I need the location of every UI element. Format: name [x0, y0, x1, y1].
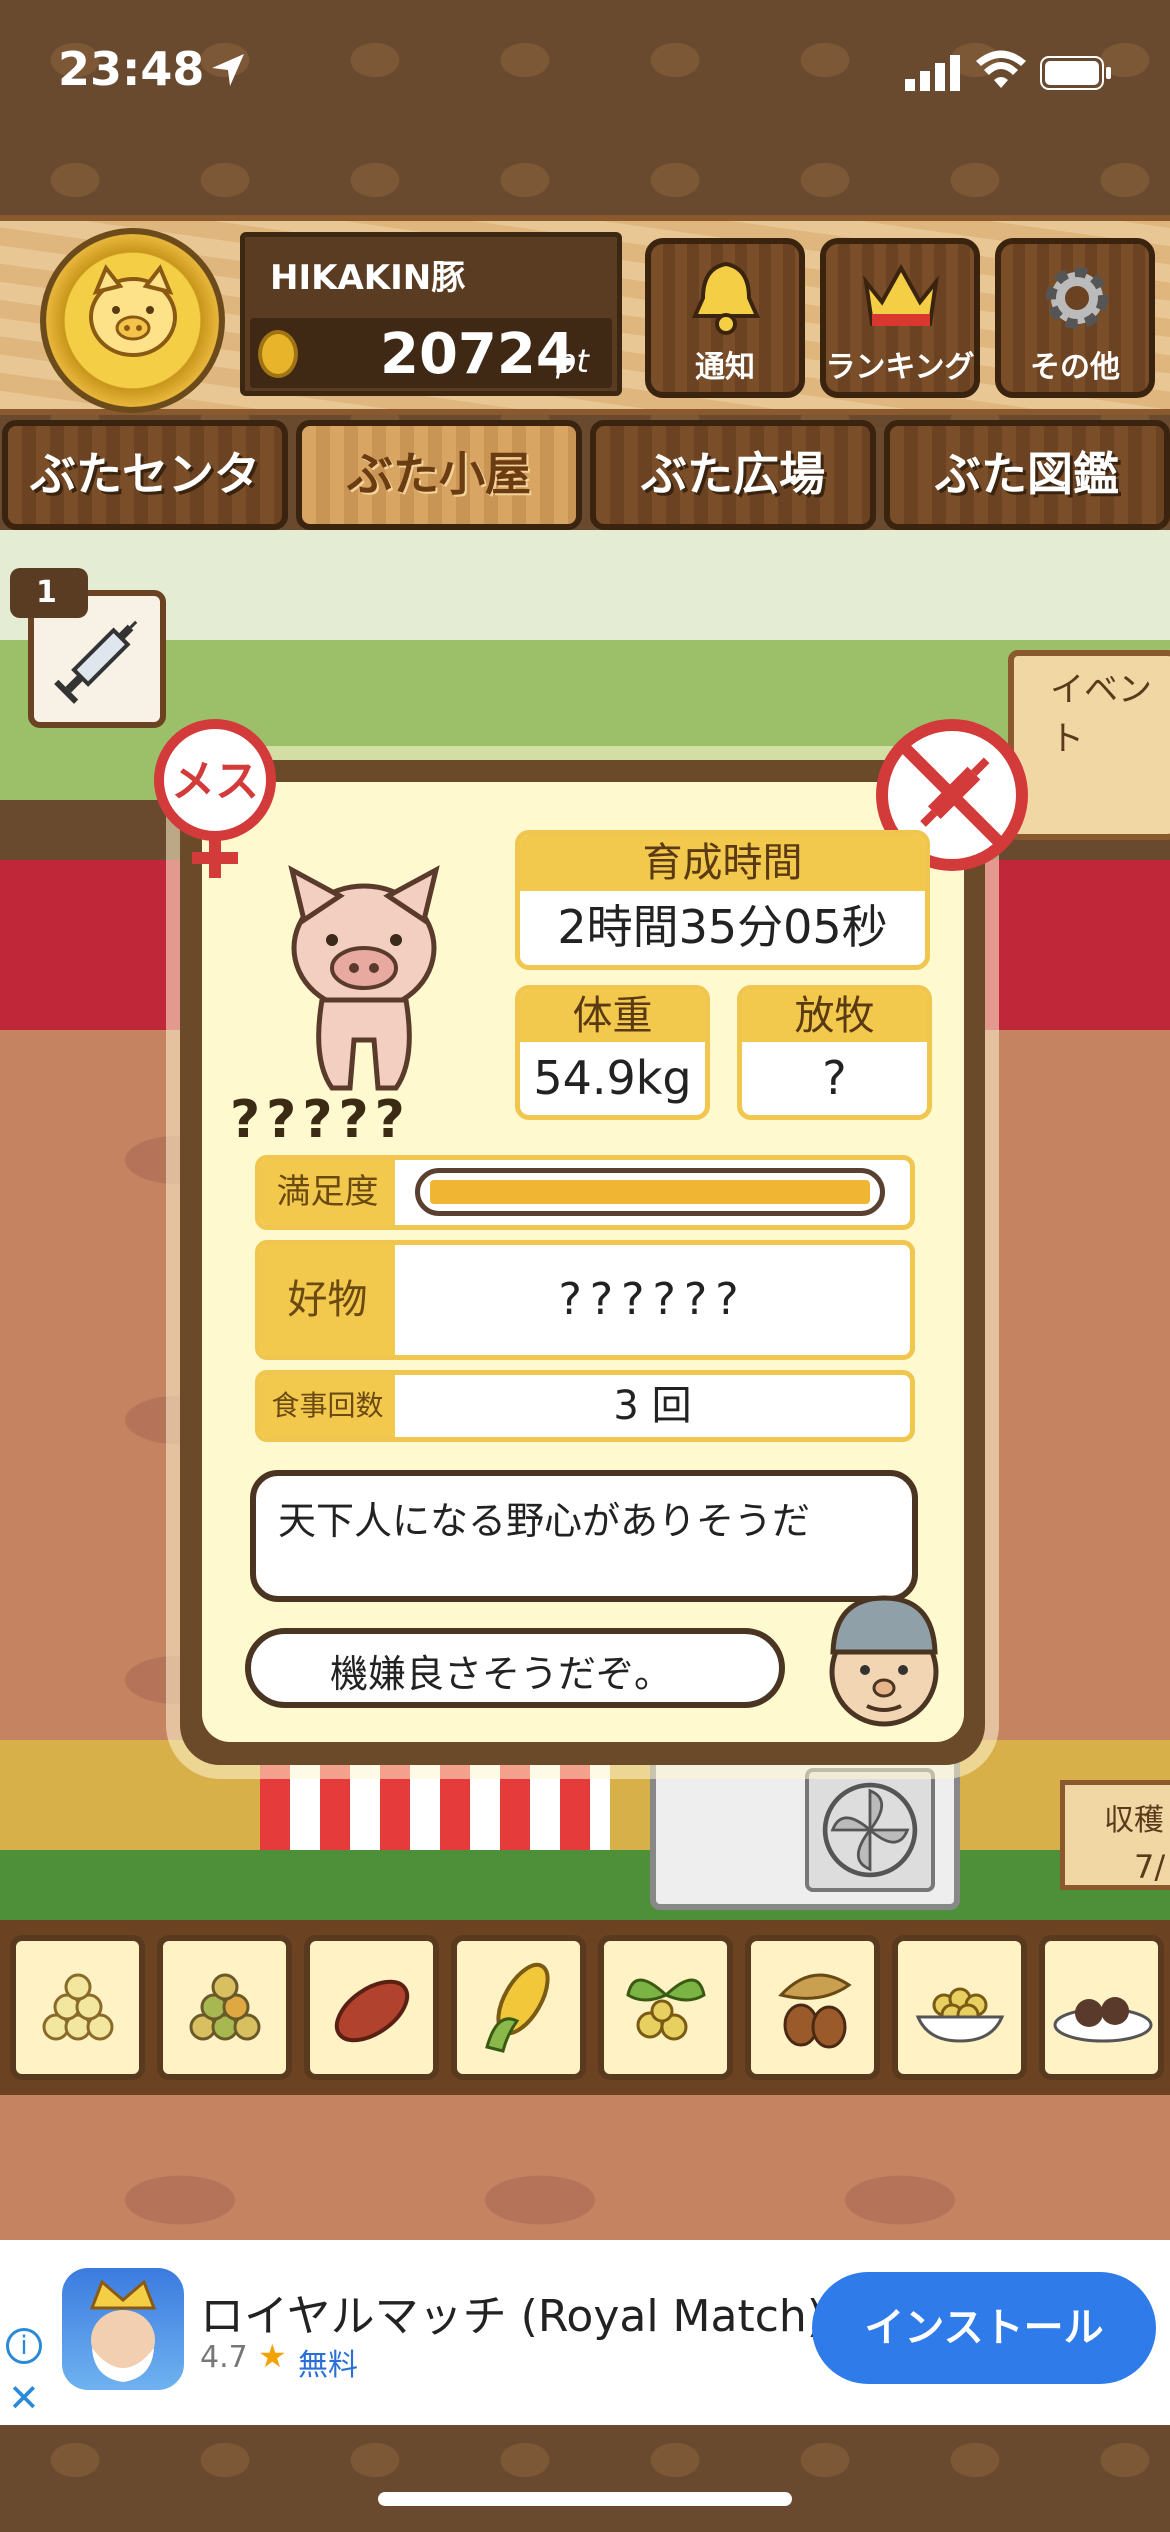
grazing-value: ? — [822, 1051, 847, 1105]
meatball-plate-icon — [1053, 1997, 1153, 2043]
signal-icon — [905, 55, 960, 91]
pig-character — [288, 865, 440, 1091]
corn-icon — [485, 1962, 550, 2053]
player-name: HIKAKIN豚 — [270, 258, 466, 298]
ad-install-button[interactable]: インストール — [812, 2272, 1156, 2384]
tab-buta-center[interactable]: ぶたセンター — [2, 420, 288, 597]
satisfaction-bar-fill — [430, 1180, 870, 1204]
grazing-label: 放牧 — [742, 990, 927, 1042]
king-character-icon — [89, 2279, 157, 2382]
favorite-food-row: 好物 ?????? — [255, 1240, 915, 1360]
svg-text:メス: メス — [171, 756, 259, 807]
location-arrow-icon — [212, 54, 244, 86]
wifi-icon — [976, 50, 1026, 88]
sweet-potato-icon — [334, 1979, 410, 2043]
notification-button[interactable]: 通知 — [645, 238, 805, 398]
weight-value: 54.9kg — [533, 1051, 692, 1105]
crown-icon — [862, 263, 940, 326]
weight-box: 体重 54.9kg — [515, 985, 710, 1120]
beans-icon — [626, 1978, 706, 2041]
mixed-grain-icon — [189, 1973, 261, 2041]
points-value: 20724 — [380, 322, 575, 387]
food-item-meatball-plate[interactable] — [1039, 1935, 1164, 2080]
clock: 23:48 — [58, 42, 205, 96]
battery-icon — [1040, 56, 1111, 90]
other-label: その他 — [1030, 350, 1120, 385]
home-indicator[interactable] — [378, 2492, 792, 2506]
notification-label: 通知 — [695, 350, 755, 385]
ad-rating: 4.7 — [200, 2340, 248, 2375]
ranking-label: ランキング — [825, 350, 975, 385]
syringe-icon — [54, 620, 138, 704]
ad-info-icon[interactable]: i — [6, 2328, 42, 2364]
ad-title: ロイヤルマッチ (Royal Match) — [200, 2291, 824, 2342]
soybean-bowl-icon — [915, 1987, 1005, 2043]
points-unit: pt — [556, 342, 589, 380]
meal-count-value: 3 回 — [613, 1383, 692, 1429]
harvest-count: 7/ — [1134, 1848, 1166, 1886]
bell-icon — [691, 261, 761, 335]
event-sign-label: イベント — [1050, 670, 1152, 759]
food-item-beans[interactable] — [598, 1935, 733, 2080]
farmer-comment-text: 機嫌良さそうだぞ。 — [330, 1652, 673, 1696]
food-item-acorn[interactable] — [745, 1935, 880, 2080]
pig-name: ????? — [230, 1090, 411, 1150]
ad-close-icon[interactable]: ✕ — [8, 2376, 40, 2420]
harvest-label: 収穫 — [1104, 1803, 1164, 1838]
pig-comment-text: 天下人になる野心がありそうだ — [278, 1499, 811, 1543]
status-bar: 23:48 — [0, 0, 1170, 150]
food-item-mixed-grain[interactable] — [157, 1935, 292, 2080]
tab-buta-koya[interactable]: ぶた小屋 — [296, 420, 582, 530]
favorite-label: 好物 — [260, 1245, 395, 1355]
food-item-corn[interactable] — [451, 1935, 586, 2080]
acorn-icon — [778, 1973, 852, 2049]
ad-app-icon[interactable] — [62, 2268, 184, 2390]
favorite-value: ?????? — [558, 1274, 747, 1325]
ad-price: 無料 — [298, 2348, 358, 2383]
grain-icon — [42, 1973, 114, 2041]
grazing-box: 放牧 ? — [737, 985, 932, 1120]
food-item-sweet-potato[interactable] — [304, 1935, 439, 2080]
food-item-grain[interactable] — [10, 1935, 145, 2080]
coin-icon — [258, 330, 298, 378]
gear-icon — [1046, 267, 1108, 329]
tab-buta-zukan[interactable]: ぶた図鑑 — [884, 420, 1170, 530]
other-button[interactable]: その他 — [995, 238, 1155, 398]
food-item-soybean-bowl[interactable] — [892, 1935, 1027, 2080]
female-icon: メス — [154, 719, 276, 878]
flower-bed — [0, 1850, 1170, 1930]
farmer-face-icon — [829, 1595, 939, 1727]
fan-icon — [805, 1768, 935, 1892]
growth-time-box: 育成時間 2時間35分05秒 — [515, 830, 930, 970]
meal-count-label: 食事回数 — [260, 1375, 395, 1437]
pig-face-icon — [89, 264, 177, 357]
meal-count-row: 食事回数 3 回 — [255, 1370, 915, 1442]
growth-time-label: 育成時間 — [520, 835, 925, 891]
tab-buta-hiroba[interactable]: ぶた広場 — [590, 420, 876, 530]
weight-label: 体重 — [520, 990, 705, 1042]
ranking-button[interactable]: ランキング — [820, 238, 980, 398]
star-icon: ★ — [258, 2337, 287, 2375]
syringe-count: 1 — [36, 575, 57, 610]
satisfaction-label: 満足度 — [260, 1160, 395, 1225]
growth-time-value: 2時間35分05秒 — [557, 900, 888, 954]
